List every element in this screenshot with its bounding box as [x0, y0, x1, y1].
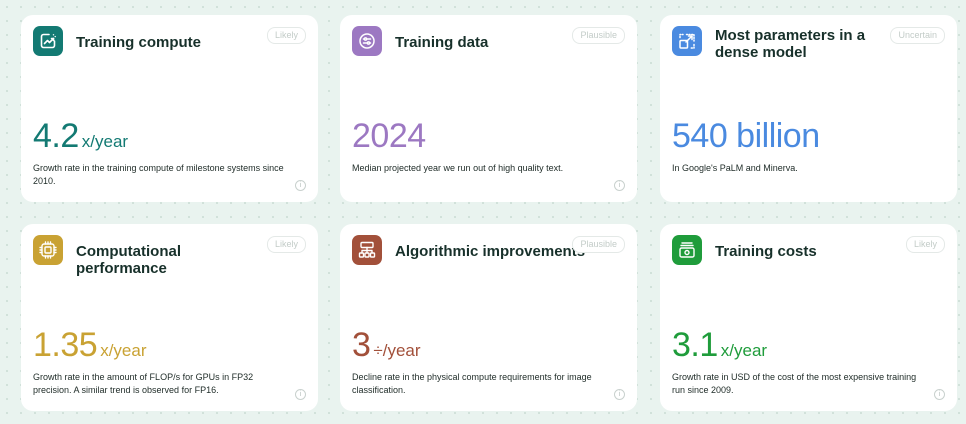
metric-unit: x/year [81, 132, 129, 151]
metric-value: 3 ÷/year [352, 327, 421, 370]
confidence-badge: Uncertain [890, 27, 945, 44]
metric-unit: x/year [720, 341, 768, 360]
info-icon[interactable]: i [614, 389, 625, 400]
confidence-badge: Likely [266, 27, 306, 44]
confidence-badge: Plausible [572, 236, 625, 253]
info-icon[interactable]: i [295, 180, 306, 191]
info-icon[interactable]: i [614, 180, 625, 191]
metric-value: 1.35 x/year [33, 327, 146, 370]
metric-number: 1.35 [33, 326, 98, 364]
metric-value: 2024 [352, 118, 429, 161]
card-title: Most parameters in a dense model [715, 27, 866, 61]
confidence-badge: Likely [905, 236, 945, 253]
metric-description: In Google's PaLM and Minerva. [672, 163, 798, 173]
card-title: Training compute [76, 34, 202, 51]
card-title: Computational performance [76, 243, 181, 277]
card-training-costs[interactable]: Training costs Likely 3.1 x/year Growth r… [660, 224, 957, 411]
metric-description: Growth rate in the training compute of m… [33, 163, 284, 186]
metric-unit: ÷/year [373, 341, 421, 360]
metric-value: 4.2 x/year [33, 118, 128, 161]
card-computational-performance[interactable]: Computational performance Likely 1.35 x/y… [21, 224, 318, 411]
metric-number: 4.2 [33, 117, 79, 155]
card-training-compute[interactable]: Training compute Likely 4.2 x/year Growth… [21, 15, 318, 202]
metric-number: 3.1 [672, 326, 718, 364]
metric-value: 3.1 x/year [672, 327, 767, 370]
metric-number: 3 [352, 326, 371, 364]
info-icon[interactable]: i [934, 389, 945, 400]
card-title: Algorithmic improvements [395, 243, 586, 260]
confidence-badge: Likely [266, 236, 306, 253]
card-algorithmic-improvements[interactable]: Algorithmic improvements Plausible 3 ÷/ye… [340, 224, 637, 411]
hierarchy-icon [352, 235, 382, 265]
metric-number: 2024 [352, 117, 426, 155]
chart-arrow-icon [33, 26, 63, 56]
metric-description: Growth rate in USD of the cost of the mo… [672, 372, 917, 395]
metric-value: 540 billion [672, 118, 823, 161]
card-most-parameters[interactable]: Most parameters in a dense model Uncerta… [660, 15, 957, 202]
metric-description: Growth rate in the amount of FLOP/s for … [33, 372, 254, 395]
confidence-badge: Plausible [572, 27, 625, 44]
info-icon[interactable]: i [295, 389, 306, 400]
wallet-icon [672, 235, 702, 265]
metric-unit: x/year [100, 341, 147, 360]
chip-icon [33, 235, 63, 265]
card-training-data[interactable]: Training data Plausible 2024 Median proj… [340, 15, 637, 202]
metric-number: 540 billion [672, 117, 820, 155]
card-title: Training data [395, 34, 489, 51]
metric-description: Decline rate in the physical compute req… [352, 372, 592, 395]
sliders-icon [352, 26, 382, 56]
metric-description: Median projected year we run out of high… [352, 163, 564, 173]
expand-icon [672, 26, 702, 56]
card-title: Training costs [715, 243, 817, 260]
